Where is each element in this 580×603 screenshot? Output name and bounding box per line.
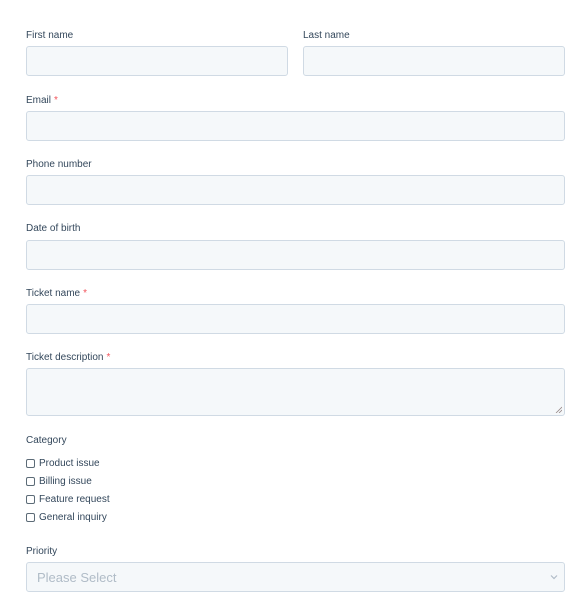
ticket-description-textarea[interactable]	[26, 368, 565, 416]
category-label: Category	[26, 435, 67, 447]
support-ticket-form: First name Last name Email * Phone number…	[0, 0, 580, 603]
email-label-text: Email	[26, 95, 52, 106]
priority-select[interactable]: Please Select	[26, 562, 565, 592]
checkbox[interactable]	[26, 494, 35, 504]
phone-label: Phone number	[26, 159, 92, 171]
checkbox[interactable]	[26, 476, 35, 486]
dob-label-text: Date of birth	[26, 223, 81, 234]
category-option-billing-issue[interactable]: Billing issue	[26, 474, 92, 488]
first-name-label-text: First name	[26, 30, 74, 41]
checkbox-label: Product issue	[39, 457, 100, 469]
checkbox[interactable]	[26, 512, 35, 522]
first-name-label: First name	[26, 30, 73, 42]
category-option-feature-request[interactable]: Feature request	[26, 492, 110, 506]
email-label: Email *	[26, 95, 58, 107]
checkbox[interactable]	[26, 458, 35, 468]
required-mark: *	[106, 352, 111, 363]
category-option-general-inquiry[interactable]: General inquiry	[26, 510, 107, 524]
email-input[interactable]	[26, 111, 565, 141]
checkbox-label: General inquiry	[39, 511, 107, 523]
checkbox-label: Billing issue	[39, 475, 92, 487]
dob-input[interactable]	[26, 240, 565, 270]
ticket-name-label: Ticket name *	[26, 288, 87, 300]
priority-placeholder: Please Select	[37, 570, 117, 585]
priority-label: Priority	[26, 546, 57, 558]
category-label-text: Category	[26, 435, 67, 446]
phone-label-text: Phone number	[26, 159, 92, 170]
checkbox-label: Feature request	[39, 493, 110, 505]
first-name-input[interactable]	[26, 46, 288, 76]
chevron-down-icon	[550, 575, 558, 580]
ticket-name-input[interactable]	[26, 304, 565, 334]
ticket-description-label: Ticket description *	[26, 352, 110, 364]
last-name-label-text: Last name	[303, 30, 350, 41]
ticket-name-label-text: Ticket name	[26, 288, 81, 299]
dob-label: Date of birth	[26, 223, 80, 235]
phone-input[interactable]	[26, 175, 565, 205]
last-name-input[interactable]	[303, 46, 565, 76]
resize-grip-icon[interactable]	[555, 406, 562, 413]
priority-label-text: Priority	[26, 546, 58, 557]
required-mark: *	[54, 95, 58, 106]
ticket-description-label-text: Ticket description	[26, 352, 104, 363]
required-mark: *	[83, 288, 87, 299]
category-option-product-issue[interactable]: Product issue	[26, 456, 100, 470]
last-name-label: Last name	[303, 30, 350, 42]
